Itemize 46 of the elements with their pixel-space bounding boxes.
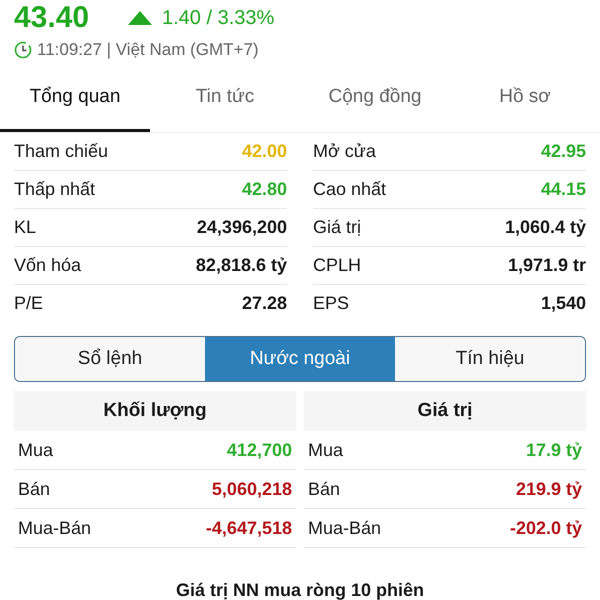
row-value: -202.0 tỷ xyxy=(510,518,582,538)
segment-tab[interactable]: Tín hiệu xyxy=(395,337,585,381)
stat-label: Tham chiếu xyxy=(14,141,108,162)
stat-value: 1,971.9 tr xyxy=(508,255,586,276)
row-label: Mua-Bán xyxy=(308,518,382,538)
stat-label: Thấp nhất xyxy=(14,179,96,200)
stat-label: CPLH xyxy=(313,255,362,276)
stat-value: 42.95 xyxy=(540,141,586,162)
row-value: 219.9 tỷ xyxy=(516,478,582,500)
row-value: 412,700 xyxy=(226,440,292,460)
stat-label: Mở cửa xyxy=(313,141,376,162)
stat-value: 24,396,200 xyxy=(196,217,287,238)
row-label: Mua-Bán xyxy=(18,518,92,538)
segment-tab[interactable]: Nước ngoài xyxy=(205,337,395,381)
row-label: Bán xyxy=(18,478,50,500)
stat-value: 1,540 xyxy=(540,293,586,314)
stat-value: 44.15 xyxy=(540,179,586,200)
row-value: 5,060,218 xyxy=(212,478,292,500)
stat-value: 1,060.4 tỷ xyxy=(504,217,586,238)
stat-label: KL xyxy=(14,217,36,238)
tab[interactable]: Tin tức xyxy=(150,78,300,132)
section-title: Giá trị NN mua ròng 10 phiên xyxy=(174,580,426,600)
stat-label: Vốn hóa xyxy=(14,255,82,276)
price-change: 1.40 / 3.33% xyxy=(162,6,274,30)
column-header: Giá trị xyxy=(304,391,586,431)
stock-price: 43.40 xyxy=(14,1,90,35)
clock-icon xyxy=(14,41,32,59)
row-value: -4,647,518 xyxy=(206,518,292,538)
stat-value: 82,818.6 tỷ xyxy=(196,255,287,276)
row-label: Mua xyxy=(308,440,344,460)
tab[interactable]: Hồ sơ xyxy=(450,78,600,132)
stat-value: 27.28 xyxy=(242,293,287,314)
stat-label: P/E xyxy=(14,293,44,314)
update-time: 11:09:27 | Việt Nam (GMT+7) xyxy=(37,40,259,60)
tab[interactable]: Tổng quan xyxy=(0,78,150,132)
row-label: Bán xyxy=(308,478,340,500)
stat-label: Cao nhất xyxy=(313,179,386,200)
stat-label: EPS xyxy=(313,293,350,314)
tab[interactable]: Cộng đồng xyxy=(300,78,450,132)
column-header: Khối lượng xyxy=(14,391,296,431)
segment-tab[interactable]: Sổ lệnh xyxy=(15,337,205,381)
stat-value: 42.80 xyxy=(242,179,287,200)
row-label: Mua xyxy=(18,440,54,460)
row-value: 17.9 tỷ xyxy=(526,440,582,460)
stat-value: 42.00 xyxy=(242,141,287,162)
stat-label: Giá trị xyxy=(313,217,362,238)
